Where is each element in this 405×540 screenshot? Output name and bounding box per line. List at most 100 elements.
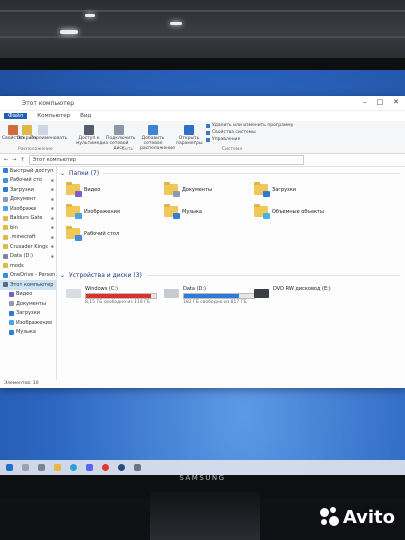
nav-item-label: Документы bbox=[16, 300, 46, 307]
tab-computer[interactable]: Компьютер bbox=[37, 113, 70, 119]
nav-item[interactable]: OneDrive - Person bbox=[0, 271, 56, 281]
maximize-icon[interactable]: □ bbox=[377, 98, 384, 106]
rename-button[interactable]: Переименовать bbox=[30, 123, 67, 141]
nav-item-label: Видео bbox=[16, 291, 33, 298]
folder-tile[interactable]: Изображения bbox=[66, 204, 120, 219]
drives-section-header[interactable]: ⌄ Устройства и диски (3) bbox=[60, 270, 400, 280]
nav-item[interactable]: Этот компьютер bbox=[0, 280, 56, 290]
nav-item-label: Изображения bbox=[16, 319, 52, 326]
nav-item[interactable]: Crusader Kings ✱ bbox=[0, 242, 56, 252]
avito-watermark-text: Avito bbox=[342, 506, 395, 528]
hard-drive-icon bbox=[66, 289, 81, 298]
address-input[interactable]: Этот компьютер bbox=[28, 155, 304, 165]
hard-drive-icon bbox=[164, 289, 179, 298]
folder-badge-icon bbox=[75, 235, 82, 241]
folder-icon bbox=[254, 204, 270, 219]
system-properties-link[interactable]: Свойства системы bbox=[206, 130, 256, 135]
network-drive-icon bbox=[114, 125, 124, 135]
drive-tile[interactable]: Data (D:) 182 ГБ свободно из 817 ГБ bbox=[164, 286, 255, 305]
up-arrow-icon[interactable]: ↑ bbox=[20, 157, 24, 163]
folder-tile[interactable]: Видео bbox=[66, 182, 100, 197]
ceiling-lamp bbox=[85, 14, 95, 17]
nav-item-label: Документ bbox=[10, 196, 36, 203]
add-network-location-button-label: Добавить сетевое расположение bbox=[140, 136, 175, 151]
folder-icon bbox=[3, 206, 8, 212]
file-explorer-icon[interactable] bbox=[54, 464, 61, 471]
folder-tile[interactable]: Рабочий стол bbox=[66, 226, 120, 241]
folder-tile[interactable]: Документы bbox=[164, 182, 212, 197]
nav-item[interactable]: Документы bbox=[0, 299, 56, 309]
nav-item[interactable]: Музыка bbox=[0, 328, 56, 338]
discord-icon[interactable] bbox=[86, 464, 93, 471]
nav-item[interactable]: Загрузки bbox=[0, 309, 56, 319]
forward-arrow-icon[interactable]: → bbox=[12, 157, 16, 163]
folder-icon bbox=[9, 329, 14, 335]
drive-tile[interactable]: Windows (C:) 8,15 ГБ свободно из 118 ГБ bbox=[66, 286, 157, 305]
nav-item-label: Рабочий сто bbox=[10, 177, 42, 184]
media-access-button-label: Доступ к мультимедиа bbox=[76, 136, 109, 146]
nav-item-label: bin bbox=[10, 224, 18, 231]
nav-item-label: Data (D:) bbox=[10, 253, 33, 260]
tab-view[interactable]: Вид bbox=[80, 113, 91, 119]
media-access-button[interactable]: Доступ к мультимедиа bbox=[76, 123, 109, 146]
folder-icon bbox=[3, 177, 8, 183]
pin-icon: ✱ bbox=[50, 234, 54, 240]
tab-file[interactable]: Файл bbox=[4, 113, 28, 119]
drive-usage-fill bbox=[184, 294, 239, 298]
nav-item-label: Этот компьютер bbox=[10, 281, 54, 288]
nav-item[interactable]: Документ ✱ bbox=[0, 195, 56, 205]
folder-icon bbox=[3, 272, 8, 278]
nav-item[interactable]: Изображения bbox=[0, 318, 56, 328]
folder-icon bbox=[164, 182, 180, 197]
close-icon[interactable]: ✕ bbox=[393, 98, 399, 106]
nav-item[interactable]: Data (D:) ✱ bbox=[0, 252, 56, 262]
folders-section-header[interactable]: ⌄ Папки (7) bbox=[60, 168, 400, 178]
nav-item-label: Загрузки bbox=[10, 186, 34, 193]
start-icon[interactable] bbox=[6, 464, 13, 471]
nav-item[interactable]: Изображе ✱ bbox=[0, 204, 56, 214]
pin-icon: ✱ bbox=[50, 244, 54, 250]
nav-item[interactable]: Видео bbox=[0, 290, 56, 300]
ribbon: Свойства Открыть Переименовать Доступ к … bbox=[0, 121, 405, 154]
folder-badge-icon bbox=[263, 191, 270, 197]
browser-icon[interactable] bbox=[102, 464, 109, 471]
nav-item[interactable]: mods bbox=[0, 261, 56, 271]
folder-icon bbox=[9, 310, 14, 316]
folder-badge-icon bbox=[75, 213, 82, 219]
monitor-stand bbox=[150, 492, 260, 540]
folder-icon bbox=[3, 263, 8, 269]
settings-icon[interactable] bbox=[134, 464, 141, 471]
folder-label: Музыка bbox=[182, 208, 202, 215]
nav-item[interactable]: bin ✱ bbox=[0, 223, 56, 233]
avito-logo-icon bbox=[318, 506, 340, 528]
open-settings-button[interactable]: Открыть параметры bbox=[176, 123, 203, 146]
folder-icon bbox=[164, 204, 180, 219]
folder-label: Рабочий стол bbox=[84, 230, 120, 237]
minimize-icon[interactable]: – bbox=[363, 98, 367, 106]
nav-item[interactable]: Загрузки ✱ bbox=[0, 185, 56, 195]
drives-header-label: Устройства и диски (3) bbox=[69, 271, 142, 279]
nav-item[interactable]: Baldurs Gate ✱ bbox=[0, 214, 56, 224]
task-view-icon[interactable] bbox=[38, 464, 45, 471]
search-icon[interactable] bbox=[22, 464, 29, 471]
uninstall-icon bbox=[206, 123, 210, 128]
folder-tile[interactable]: Музыка bbox=[164, 204, 202, 219]
folder-icon bbox=[254, 182, 270, 197]
manage-link[interactable]: Управление bbox=[206, 137, 240, 142]
title-bar[interactable]: Этот компьютер – □ ✕ bbox=[0, 96, 405, 111]
nav-item[interactable]: Быстрый доступ bbox=[0, 166, 56, 176]
nav-item[interactable]: Рабочий сто ✱ bbox=[0, 176, 56, 186]
add-network-location-button[interactable]: Добавить сетевое расположение bbox=[140, 123, 175, 151]
chevron-down-icon: ⌄ bbox=[60, 271, 66, 279]
uninstall-program-link[interactable]: Удалить или изменить программу bbox=[206, 123, 293, 128]
folder-tile[interactable]: Объемные объекты bbox=[254, 204, 324, 219]
back-arrow-icon[interactable]: ← bbox=[4, 157, 8, 163]
folders-header-label: Папки (7) bbox=[69, 169, 100, 177]
steam-icon[interactable] bbox=[118, 464, 125, 471]
nav-item[interactable]: .minecraft ✱ bbox=[0, 233, 56, 243]
folder-badge-icon bbox=[263, 213, 270, 219]
folder-badge-icon bbox=[173, 191, 180, 197]
drive-tile[interactable]: DVD RW дисковод (E:) bbox=[254, 286, 331, 298]
telegram-icon[interactable] bbox=[70, 464, 77, 471]
folder-tile[interactable]: Загрузки bbox=[254, 182, 296, 197]
